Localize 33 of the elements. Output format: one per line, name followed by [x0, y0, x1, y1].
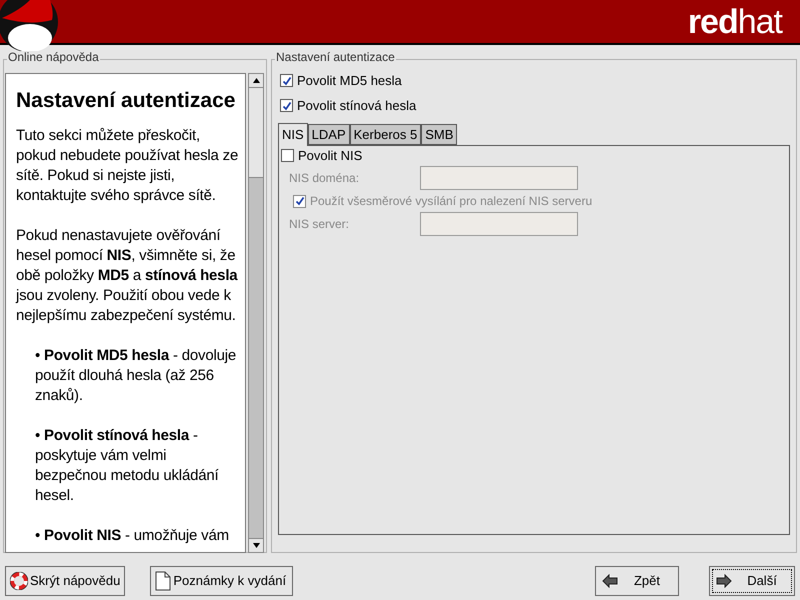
help-bullet: • Povolit stínová hesla - poskytuje vám velmi bezpečnou metodu ukládání hesel.: [34, 426, 220, 506]
button[interactable]: Poznámky k vydání: [150, 566, 294, 596]
checked-checkbox[interactable]: [280, 74, 293, 87]
checkbox[interactable]: [281, 149, 294, 162]
lifebuoy-icon: [10, 572, 28, 590]
frame-title: Nastavení autentizace: [275, 51, 396, 63]
right-arrow-icon: [716, 574, 732, 588]
tab[interactable]: NIS: [278, 123, 308, 146]
help-paragraph: Pokud nenastavujete ověřování hesel pomocí NIS, všimněte si, že obě položky MD5 a stínová hesla jsou zvoleny. Použití obou vede k nejlepšímu zabezpečení systému.: [16, 226, 239, 326]
checked-checkbox[interactable]: [280, 99, 293, 112]
scrollbar[interactable]: [248, 73, 264, 553]
tab[interactable]: Kerberos 5: [350, 124, 422, 145]
button[interactable]: Další: [709, 566, 795, 596]
button[interactable]: Zpět: [595, 566, 679, 596]
checkbox-label[interactable]: Povolit NIS: [298, 149, 362, 162]
scroll-down-icon[interactable]: [249, 538, 263, 552]
help-bullet: • Povolit MD5 hesla - dovoluje použít dlouhá hesla (až 256 znaků).: [34, 346, 238, 406]
logo-wordmark: redhat: [688, 4, 782, 38]
frame-title: Online nápověda: [7, 51, 100, 63]
field-label: NIS server:: [289, 216, 350, 233]
left-arrow-icon: [602, 574, 618, 588]
help-heading: Nastavení autentizace: [16, 88, 236, 114]
checkbox-label[interactable]: Povolit stínová hesla: [297, 99, 416, 112]
scroll-thumb[interactable]: [249, 88, 263, 178]
tab[interactable]: LDAP: [308, 124, 350, 145]
tab[interactable]: SMB: [421, 124, 458, 145]
document-icon: [155, 571, 172, 591]
button[interactable]: Skrýt nápovědu: [5, 566, 126, 596]
checkbox-label[interactable]: Povolit MD5 hesla: [297, 74, 402, 87]
help-bullet: • Povolit NIS - umožňuje vám: [34, 526, 230, 546]
help-paragraph: Tuto sekci můžete přeskočit, pokud nebudete používat hesla ze sítě. Pokud si nejste jisti, kontaktujte svého správce sítě.: [16, 126, 240, 206]
field-label: NIS doména:: [289, 170, 360, 187]
scroll-up-icon[interactable]: [249, 74, 263, 88]
